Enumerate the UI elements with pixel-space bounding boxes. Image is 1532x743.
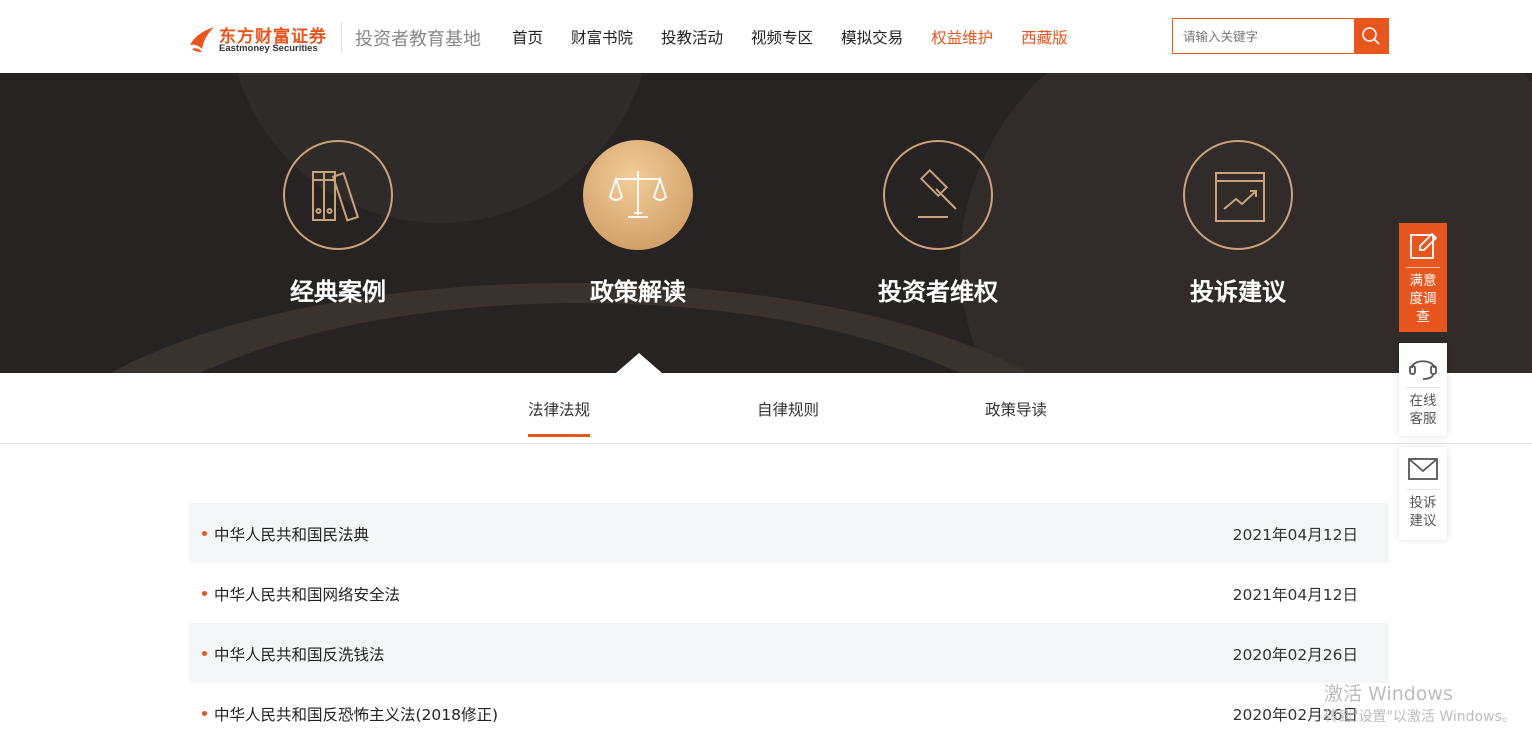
bullet-dot xyxy=(202,591,207,596)
side-divider xyxy=(1406,267,1440,268)
article-title[interactable]: 中华人民共和国反恐怖主义法(2018修正) xyxy=(214,703,498,725)
brand-flame-icon xyxy=(190,27,214,52)
tab-self-regulation[interactable]: 自律规则 xyxy=(757,398,819,420)
active-category-pointer xyxy=(616,353,662,373)
category-label: 政策解读 xyxy=(590,278,686,306)
complaint-button[interactable]: 投诉建议 xyxy=(1399,447,1447,540)
activation-watermark-text: 转到"设置"以激活 Windows。 xyxy=(1324,709,1516,725)
main-nav: 首页 财富书院 投教活动 视频专区 模拟交易 权益维护 西藏版 xyxy=(512,26,1096,48)
category-circle xyxy=(283,140,393,250)
mail-icon xyxy=(1408,458,1438,480)
tab-policy-guide[interactable]: 政策导读 xyxy=(985,398,1047,420)
nav-item-sim-trading[interactable]: 模拟交易 xyxy=(841,26,903,48)
site-subtitle: 投资者教育基地 xyxy=(355,29,481,50)
activation-watermark-title: 激活 Windows xyxy=(1324,683,1453,705)
search-button[interactable] xyxy=(1354,19,1388,53)
nav-item-home[interactable]: 首页 xyxy=(512,26,543,48)
scales-icon xyxy=(608,171,668,218)
category-circle xyxy=(583,140,693,250)
article-title[interactable]: 中华人民共和国反洗钱法 xyxy=(214,643,385,665)
category-circle xyxy=(883,140,993,250)
category-label: 经典案例 xyxy=(290,278,386,306)
headset-icon xyxy=(1409,360,1437,380)
article-list: 中华人民共和国民法典 2021年04月12日 中华人民共和国网络安全法 2021… xyxy=(189,503,1389,743)
article-date: 2021年04月12日 xyxy=(1232,526,1358,544)
side-divider xyxy=(1406,489,1440,490)
bullet-dot xyxy=(202,711,207,716)
nav-item-rights[interactable]: 权益维护 xyxy=(931,26,993,48)
side-divider xyxy=(1406,387,1440,388)
list-item[interactable]: 中华人民共和国反洗钱法 2020年02月26日 xyxy=(189,623,1389,683)
bullet-dot xyxy=(202,531,207,536)
survey-button[interactable]: 满意度调查 xyxy=(1399,223,1447,332)
survey-edit-icon xyxy=(1410,232,1438,259)
search-input[interactable] xyxy=(1173,19,1355,53)
nav-item-edu-activities[interactable]: 投教活动 xyxy=(661,26,723,48)
brand-logo[interactable]: 东方财富证券 Eastmoney Securities xyxy=(188,22,338,56)
brand-name-en: Eastmoney Securities xyxy=(219,43,318,54)
online-service-button[interactable]: 在线客服 xyxy=(1399,343,1447,436)
list-item[interactable]: 中华人民共和国反恐怖主义法(2018修正) 2020年02月26日 xyxy=(189,683,1389,743)
search-box xyxy=(1172,18,1389,54)
list-item[interactable]: 中华人民共和国网络安全法 2021年04月12日 xyxy=(189,563,1389,623)
article-date: 2021年04月12日 xyxy=(1232,586,1358,604)
nav-item-wealth-academy[interactable]: 财富书院 xyxy=(571,26,633,48)
article-title[interactable]: 中华人民共和国民法典 xyxy=(214,523,369,545)
survey-label: 满意度调查 xyxy=(1409,273,1437,325)
category-complaints[interactable]: 投诉建议 xyxy=(1138,140,1338,307)
category-circle xyxy=(1183,140,1293,250)
nav-item-tibet[interactable]: 西藏版 xyxy=(1021,26,1068,48)
gavel-icon xyxy=(918,168,957,218)
chart-book-icon xyxy=(1215,172,1265,222)
online-service-label: 在线客服 xyxy=(1409,393,1437,427)
bullet-dot xyxy=(202,651,207,656)
header-divider xyxy=(341,22,342,54)
category-label: 投诉建议 xyxy=(1190,278,1286,306)
category-investor-rights[interactable]: 投资者维权 xyxy=(838,140,1038,307)
nav-item-videos[interactable]: 视频专区 xyxy=(751,26,813,48)
category-banner: 经典案例 政策解读 投资者维权 投诉建议 xyxy=(0,73,1532,373)
policy-tabs: 法律法规 自律规则 政策导读 xyxy=(0,373,1532,444)
search-icon xyxy=(1362,27,1380,45)
category-classic-cases[interactable]: 经典案例 xyxy=(238,140,438,307)
article-date: 2020年02月26日 xyxy=(1232,646,1358,664)
article-title[interactable]: 中华人民共和国网络安全法 xyxy=(214,583,400,605)
list-item[interactable]: 中华人民共和国民法典 2021年04月12日 xyxy=(189,503,1389,563)
complaint-label: 投诉建议 xyxy=(1409,495,1437,529)
site-header: 东方财富证券 Eastmoney Securities 投资者教育基地 首页 财… xyxy=(0,0,1532,73)
category-label: 投资者维权 xyxy=(878,278,998,306)
tab-laws[interactable]: 法律法规 xyxy=(528,398,591,437)
books-icon xyxy=(312,171,360,222)
category-policy[interactable]: 政策解读 xyxy=(538,140,738,307)
